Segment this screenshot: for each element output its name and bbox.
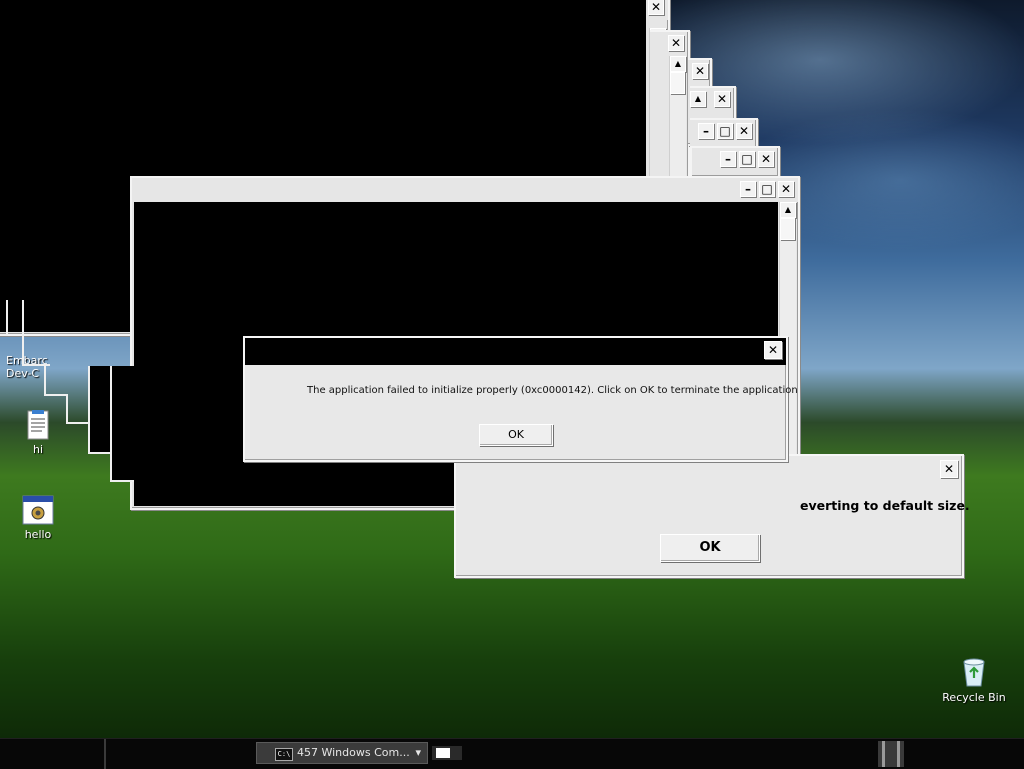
close-icon[interactable]: ✕ xyxy=(940,460,958,478)
taskbar: C:\ 457 Windows Com... ▾ xyxy=(0,738,1024,769)
window-edge-strips xyxy=(0,300,140,512)
taskbar-tray-handle[interactable] xyxy=(878,741,904,767)
desktop-icon-hello-label: hello xyxy=(24,528,52,541)
console-window-6[interactable]: – □ ✕ xyxy=(690,146,780,178)
taskbar-separator xyxy=(104,739,106,769)
close-icon[interactable]: ✕ xyxy=(764,341,782,359)
error-message: The application failed to initialize pro… xyxy=(307,385,798,396)
taskbar-window-thumb[interactable] xyxy=(432,746,462,760)
size-warning-message: everting to default size. xyxy=(800,498,970,513)
scroll-thumb[interactable] xyxy=(670,72,685,94)
maximize-icon[interactable]: □ xyxy=(759,181,775,197)
scroll-up-icon[interactable]: ▲ xyxy=(670,56,686,72)
scroll-up-icon[interactable]: ▲ xyxy=(780,202,796,218)
close-icon[interactable]: ✕ xyxy=(648,0,664,15)
recycle-bin-icon xyxy=(963,658,985,687)
close-icon[interactable]: ✕ xyxy=(668,35,684,51)
console-icon: C:\ xyxy=(275,748,293,761)
close-icon[interactable]: ✕ xyxy=(778,181,794,197)
chevron-down-icon[interactable]: ▾ xyxy=(415,743,421,763)
close-icon[interactable]: ✕ xyxy=(736,123,752,139)
scroll-thumb[interactable] xyxy=(780,218,795,240)
error-dialog-titlebar[interactable] xyxy=(245,338,786,365)
minimize-icon[interactable]: – xyxy=(740,181,756,197)
desktop-icon-recycle-bin-label: Recycle Bin xyxy=(942,691,1006,704)
size-dialog-ok-button[interactable]: OK xyxy=(660,534,760,562)
console-window-7-titlebar[interactable] xyxy=(132,178,798,202)
taskbar-group-label: 457 Windows Com... xyxy=(297,746,410,759)
close-icon[interactable]: ✕ xyxy=(714,91,730,107)
size-warning-dialog[interactable]: ✕ everting to default size. OK xyxy=(454,454,970,578)
close-icon[interactable]: ✕ xyxy=(692,63,708,79)
error-dialog[interactable]: ✕ The application failed to initialize p… xyxy=(243,336,798,462)
desktop-icon-recycle-bin[interactable]: Recycle Bin xyxy=(939,656,1009,704)
close-icon[interactable]: ✕ xyxy=(758,151,774,167)
error-dialog-ok-button[interactable]: OK xyxy=(479,424,553,446)
minimize-icon[interactable]: – xyxy=(698,123,714,139)
maximize-icon[interactable]: □ xyxy=(739,151,755,167)
minimize-icon[interactable]: – xyxy=(720,151,736,167)
maximize-icon[interactable]: □ xyxy=(717,123,733,139)
scroll-up-icon[interactable]: ▲ xyxy=(690,91,706,107)
taskbar-group-button[interactable]: C:\ 457 Windows Com... ▾ xyxy=(256,742,428,764)
